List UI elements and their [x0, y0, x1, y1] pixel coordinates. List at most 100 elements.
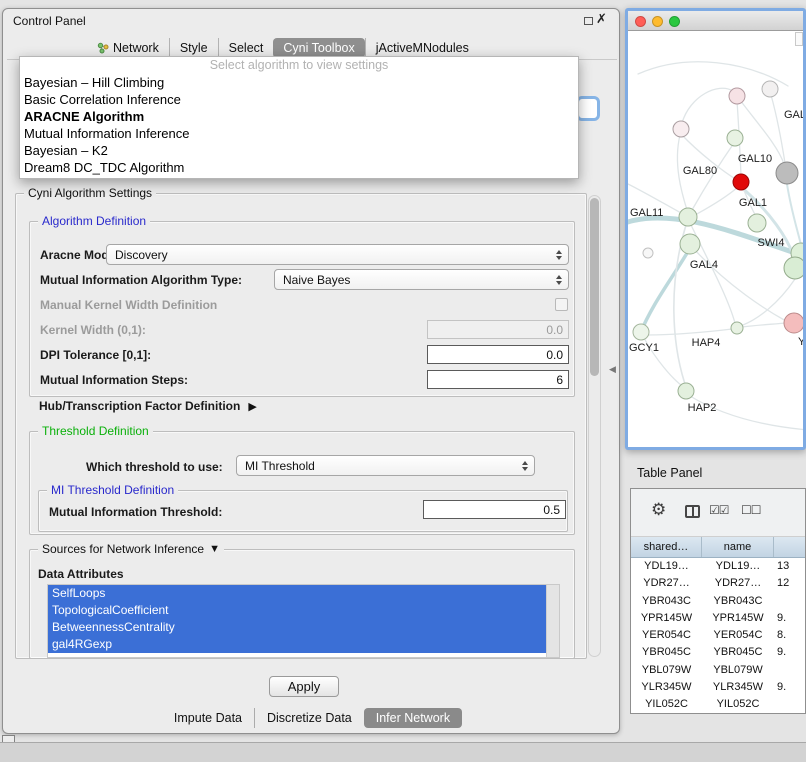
bottom-tab-discretize-data[interactable]: Discretize Data — [254, 708, 364, 728]
network-node[interactable] — [680, 234, 700, 254]
zoom-traffic-light[interactable] — [669, 16, 680, 27]
table-row[interactable]: YBR045CYBR045C9. — [631, 644, 805, 661]
network-node[interactable] — [729, 88, 745, 104]
threshold-definition-group: Threshold Definition Which threshold to … — [29, 431, 575, 535]
data-attributes-label: Data Attributes — [38, 567, 124, 581]
network-edge — [647, 329, 732, 335]
network-edge — [771, 95, 785, 163]
network-node[interactable] — [678, 383, 694, 399]
algorithm-dropdown-placeholder: Select algorithm to view settings — [20, 57, 578, 74]
table-row[interactable]: YIL052CYIL052C — [631, 696, 805, 713]
network-node[interactable] — [679, 208, 697, 226]
column-header[interactable]: name — [702, 537, 774, 557]
tab-network[interactable]: Network — [87, 38, 169, 58]
network-node[interactable] — [727, 130, 743, 146]
table-cell: YER054C — [631, 627, 702, 644]
close-traffic-light[interactable] — [635, 16, 646, 27]
mi-threshold-input[interactable] — [423, 500, 566, 519]
tab-select[interactable]: Select — [218, 38, 274, 58]
table-row[interactable]: YBL079WYBL079W — [631, 662, 805, 679]
splitter-collapse-icon[interactable]: ◀ — [609, 364, 616, 375]
network-node[interactable] — [733, 174, 749, 190]
dpi-tolerance-input[interactable] — [427, 345, 569, 364]
collapse-down-icon[interactable]: ▼ — [209, 543, 220, 555]
node-label: SWI4 — [758, 237, 785, 249]
combo-arrows-icon — [556, 275, 562, 285]
attribute-item[interactable]: SelfLoops — [48, 585, 546, 602]
network-scrollbar[interactable] — [795, 32, 803, 46]
table-row[interactable]: YLR345WYLR345W9. — [631, 679, 805, 696]
network-node[interactable] — [731, 322, 743, 334]
deselect-all-icon[interactable]: ☐☐ — [741, 503, 761, 517]
network-window-titlebar[interactable] — [628, 11, 803, 31]
aracne-mode-select[interactable]: Discovery — [106, 244, 569, 265]
algorithm-option[interactable]: Dream8 DC_TDC Algorithm — [20, 159, 578, 176]
apply-button[interactable]: Apply — [269, 676, 339, 697]
tab-style[interactable]: Style — [169, 38, 218, 58]
network-node[interactable] — [748, 214, 766, 232]
network-node[interactable] — [776, 162, 798, 184]
mi-type-value: Naive Bayes — [283, 273, 556, 287]
settings-scrollbar[interactable] — [588, 195, 601, 657]
bottom-status-bar — [0, 742, 806, 762]
expand-right-icon[interactable]: ▶ — [248, 400, 256, 413]
mi-steps-input[interactable] — [427, 370, 569, 389]
node-label: HAP2 — [688, 402, 717, 414]
table-panel-window: ⚙ ☑☑ ☐☐ shared…name YDL19…YDL19…13YDR27…… — [630, 488, 806, 714]
kernel-width-input[interactable] — [427, 320, 569, 339]
table-cell: 9. — [774, 644, 805, 661]
gear-icon[interactable]: ⚙ — [651, 500, 666, 520]
kernel-width-label: Kernel Width (0,1): — [40, 323, 146, 337]
table-row[interactable]: YDR27…YDR27…12 — [631, 575, 805, 592]
table-cell: YLR345W — [631, 679, 702, 696]
attribute-item[interactable]: TopologicalCoefficient — [48, 602, 546, 619]
columns-icon[interactable] — [685, 505, 700, 518]
network-node[interactable] — [762, 81, 778, 97]
table-cell — [774, 696, 805, 713]
settings-scrollbar-thumb[interactable] — [590, 198, 599, 376]
list-scrollbar[interactable] — [546, 585, 559, 657]
node-label: HAP4 — [692, 337, 721, 349]
algorithm-option[interactable]: ARACNE Algorithm — [20, 108, 578, 125]
algorithm-option[interactable]: Mutual Information Inference — [20, 125, 578, 142]
bottom-tab-impute-data[interactable]: Impute Data — [162, 708, 254, 728]
table-row[interactable]: YER054CYER054C8. — [631, 627, 805, 644]
network-canvas-area[interactable]: GAL80GAL10GALGAL11GAL1SWI4GAL4GCY1HAP4YH… — [628, 32, 803, 447]
table-row[interactable]: YBR043CYBR043C — [631, 593, 805, 610]
table-rows: YDL19…YDL19…13YDR27…YDR27…12YBR043CYBR04… — [631, 558, 805, 713]
table-row[interactable]: YDL19…YDL19…13 — [631, 558, 805, 575]
table-header: shared…name — [631, 537, 805, 558]
node-label: Y — [798, 336, 803, 348]
network-node[interactable] — [633, 324, 649, 340]
algorithm-option[interactable]: Bayesian – Hill Climbing — [20, 74, 578, 91]
network-node[interactable] — [784, 257, 803, 279]
close-window-icon[interactable]: ✗ — [596, 11, 607, 27]
hub-definition-section[interactable]: Hub/Transcription Factor Definition ▶ — [39, 399, 257, 413]
table-row[interactable]: YPR145WYPR145W9. — [631, 610, 805, 627]
minimize-traffic-light[interactable] — [652, 16, 663, 27]
column-header[interactable] — [774, 537, 805, 557]
focused-control[interactable] — [576, 96, 600, 121]
network-node[interactable] — [643, 248, 653, 258]
network-node[interactable] — [784, 313, 803, 333]
network-canvas[interactable]: GAL80GAL10GALGAL11GAL1SWI4GAL4GCY1HAP4YH… — [628, 32, 803, 446]
algorithm-option[interactable]: Bayesian – K2 — [20, 142, 578, 159]
attribute-item[interactable]: BetweennessCentrality — [48, 619, 546, 636]
select-all-icon[interactable]: ☑☑ — [709, 503, 729, 517]
cyni-settings-group-title: Cyni Algorithm Settings — [24, 186, 156, 200]
bottom-tab-infer-network[interactable]: Infer Network — [364, 708, 462, 728]
attribute-item[interactable]: gal4RGexp — [48, 636, 546, 653]
table-cell: YBR043C — [631, 593, 702, 610]
which-threshold-select[interactable]: MI Threshold — [236, 455, 535, 476]
network-icon — [97, 42, 109, 54]
tab-cyni-toolbox[interactable]: Cyni Toolbox — [273, 38, 364, 58]
network-edge — [640, 248, 690, 334]
float-window-icon[interactable] — [584, 17, 593, 25]
node-label: GCY1 — [629, 342, 659, 354]
column-header[interactable]: shared… — [631, 537, 702, 557]
network-node[interactable] — [673, 121, 689, 137]
tab-jactivemnodules[interactable]: jActiveMNodules — [365, 38, 479, 58]
algorithm-option[interactable]: Basic Correlation Inference — [20, 91, 578, 108]
manual-kernel-checkbox[interactable] — [555, 298, 568, 311]
mi-type-select[interactable]: Naive Bayes — [274, 269, 569, 290]
